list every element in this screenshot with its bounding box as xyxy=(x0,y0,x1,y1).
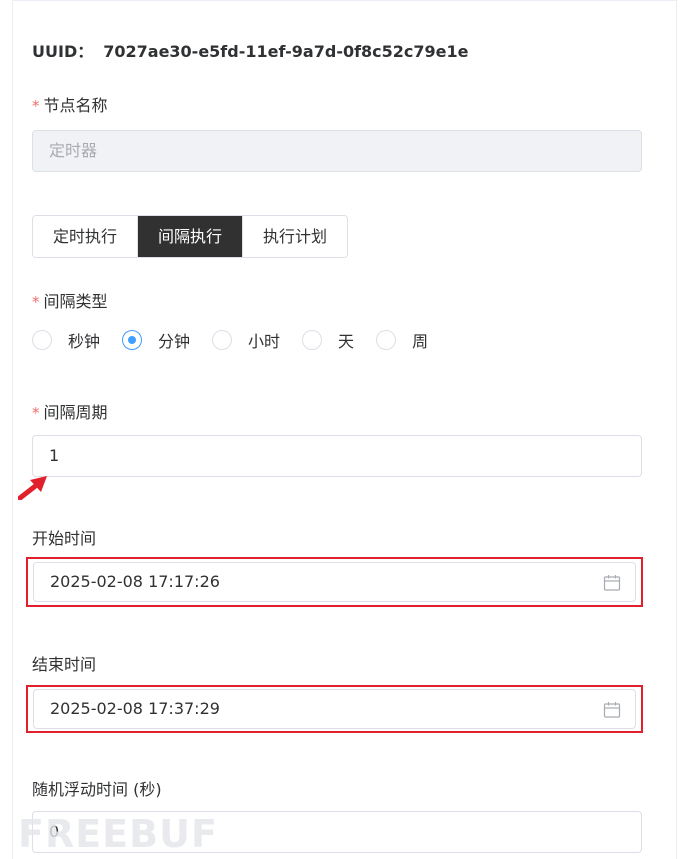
uuid-row: UUID： 7027ae30-e5fd-11ef-9a7d-0f8c52c79e1… xyxy=(32,38,469,62)
end-time-label: 结束时间 xyxy=(32,655,97,674)
interval-period-label: * 间隔周期 xyxy=(32,399,108,423)
interval-type-label: * 间隔类型 xyxy=(32,288,108,312)
radio-label: 周 xyxy=(412,332,429,351)
radio-circle-checked[interactable] xyxy=(122,330,143,350)
calendar-icon[interactable] xyxy=(603,701,621,719)
node-name-label: * 节点名称 xyxy=(32,92,108,116)
required-mark: * xyxy=(32,97,40,115)
radio-days[interactable]: 天 xyxy=(302,328,354,352)
radio-hours[interactable]: 小时 xyxy=(212,328,280,352)
radio-minutes[interactable]: 分钟 xyxy=(122,328,190,352)
required-mark: * xyxy=(32,293,40,311)
radio-seconds[interactable]: 秒钟 xyxy=(32,328,100,352)
tab-scheduled[interactable]: 定时执行 xyxy=(33,216,139,257)
radio-circle[interactable] xyxy=(376,330,397,350)
annotation-arrow-icon xyxy=(18,476,47,500)
radio-label: 天 xyxy=(338,332,355,351)
watermark-logo: FREEBUF xyxy=(18,812,218,856)
node-name-input[interactable]: 定时器 xyxy=(32,130,642,172)
interval-type-radio-group: 秒钟 分钟 小时 天 周 xyxy=(32,328,450,352)
calendar-icon[interactable] xyxy=(603,574,621,592)
tab-interval[interactable]: 间隔执行 xyxy=(138,216,244,257)
radio-label: 分钟 xyxy=(158,332,191,351)
panel-border-top xyxy=(12,0,677,1)
end-time-value: 2025-02-08 17:37:29 xyxy=(50,699,220,718)
end-time-highlight-box: 2025-02-08 17:37:29 xyxy=(26,685,643,733)
radio-circle[interactable] xyxy=(302,330,323,350)
radio-circle[interactable] xyxy=(32,330,52,350)
uuid-label: UUID： xyxy=(32,42,94,61)
radio-circle[interactable] xyxy=(212,330,233,350)
interval-period-input[interactable]: 1 xyxy=(32,435,642,477)
interval-period-label-text: 间隔周期 xyxy=(43,403,108,422)
radio-weeks[interactable]: 周 xyxy=(376,328,428,352)
start-time-highlight-box: 2025-02-08 17:17:26 xyxy=(26,557,643,607)
interval-type-label-text: 间隔类型 xyxy=(43,292,108,311)
start-time-picker[interactable]: 2025-02-08 17:17:26 xyxy=(33,562,636,602)
start-time-label: 开始时间 xyxy=(32,529,97,548)
end-time-picker[interactable]: 2025-02-08 17:37:29 xyxy=(33,689,636,729)
radio-label: 小时 xyxy=(248,332,281,351)
uuid-value: 7027ae30-e5fd-11ef-9a7d-0f8c52c79e1e xyxy=(103,42,469,61)
required-mark: * xyxy=(32,404,40,422)
tab-plan[interactable]: 执行计划 xyxy=(243,216,348,257)
random-float-label: 随机浮动时间 (秒) xyxy=(32,780,162,799)
radio-label: 秒钟 xyxy=(68,332,101,351)
start-time-value: 2025-02-08 17:17:26 xyxy=(50,572,220,591)
execution-mode-tabs: 定时执行 间隔执行 执行计划 xyxy=(32,215,349,258)
panel-border-right xyxy=(676,0,677,859)
node-name-label-text: 节点名称 xyxy=(43,96,108,115)
panel-border-left xyxy=(12,0,13,859)
